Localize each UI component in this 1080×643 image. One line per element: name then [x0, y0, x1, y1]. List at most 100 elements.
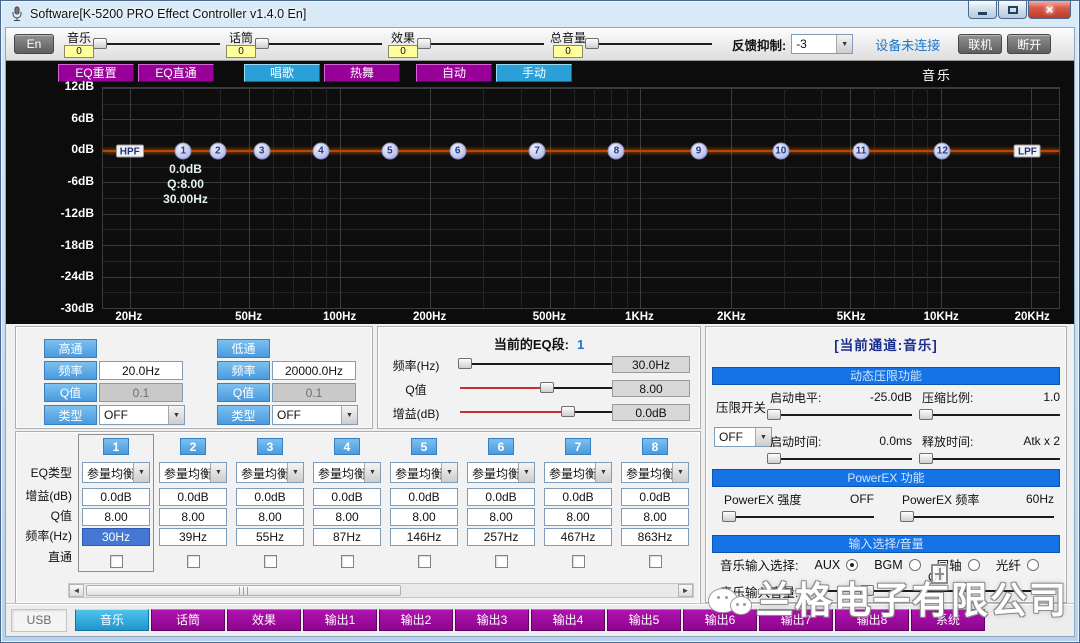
eq-point-5[interactable]: 5: [381, 142, 398, 159]
chevron-down-icon[interactable]: ▼: [133, 463, 149, 482]
scrollbar-thumb[interactable]: [86, 585, 401, 596]
highpass-type-select[interactable]: OFF ▼: [99, 405, 185, 425]
eq-point-9[interactable]: 9: [690, 142, 707, 159]
tab-系统[interactable]: 系统: [911, 609, 985, 631]
freq-cell[interactable]: 87Hz: [313, 528, 381, 546]
band-number-header[interactable]: 8: [642, 438, 668, 455]
eq-type-select[interactable]: 参量均衡▼: [159, 462, 227, 483]
chevron-down-icon[interactable]: ▼: [595, 463, 611, 482]
band-number-header[interactable]: 7: [565, 438, 591, 455]
tab-输出7[interactable]: 输出7: [759, 609, 833, 631]
eq-point-8[interactable]: 8: [608, 142, 625, 159]
tab-音乐[interactable]: 音乐: [75, 609, 149, 631]
freq-cell[interactable]: 30Hz: [82, 528, 150, 546]
tab-输出8[interactable]: 输出8: [835, 609, 909, 631]
gain-cell[interactable]: 0.0dB: [159, 488, 227, 506]
eq-type-select[interactable]: 参量均衡▼: [621, 462, 689, 483]
eq-point-3[interactable]: 3: [253, 142, 270, 159]
param-slider[interactable]: [770, 453, 912, 465]
slider-thumb[interactable]: [767, 409, 781, 420]
current-eq-slider[interactable]: [460, 358, 612, 370]
slider-thumb[interactable]: [767, 453, 781, 464]
eq-type-select[interactable]: 参量均衡▼: [467, 462, 535, 483]
param-slider[interactable]: [724, 511, 874, 523]
gain-cell[interactable]: 0.0dB: [544, 488, 612, 506]
tab-效果[interactable]: 效果: [227, 609, 301, 631]
radio-button[interactable]: [968, 559, 980, 571]
lowpass-type-select[interactable]: OFF ▼: [272, 405, 358, 425]
connect-button[interactable]: 联机: [958, 34, 1002, 54]
current-eq-slider[interactable]: [460, 406, 612, 418]
graph-button-2[interactable]: EQ直通: [138, 64, 214, 82]
feedback-suppression-select[interactable]: -3 ▼: [791, 34, 853, 54]
radio-button[interactable]: [846, 559, 858, 571]
q-cell[interactable]: 8.00: [390, 508, 458, 526]
music-input-volume-slider[interactable]: [824, 585, 1038, 597]
gain-cell[interactable]: 0.0dB: [390, 488, 458, 506]
param-slider[interactable]: [922, 409, 1060, 421]
param-slider[interactable]: [902, 511, 1054, 523]
freq-cell[interactable]: 55Hz: [236, 528, 304, 546]
slider-thumb[interactable]: [722, 511, 736, 522]
slider-thumb[interactable]: [919, 409, 933, 420]
band-number-header[interactable]: 1: [103, 438, 129, 455]
chevron-down-icon[interactable]: ▼: [836, 35, 852, 53]
chevron-down-icon[interactable]: ▼: [210, 463, 226, 482]
current-eq-slider[interactable]: [460, 382, 612, 394]
eq-type-select[interactable]: 参量均衡▼: [390, 462, 458, 483]
chevron-down-icon[interactable]: ▼: [341, 406, 357, 424]
eq-type-select[interactable]: 参量均衡▼: [236, 462, 304, 483]
bypass-checkbox[interactable]: [572, 555, 585, 568]
band-number-header[interactable]: 6: [488, 438, 514, 455]
graph-button-6[interactable]: 手动: [496, 64, 572, 82]
chevron-down-icon[interactable]: ▼: [287, 463, 303, 482]
chevron-down-icon[interactable]: ▼: [518, 463, 534, 482]
bypass-checkbox[interactable]: [649, 555, 662, 568]
chevron-down-icon[interactable]: ▼: [672, 463, 688, 482]
slider-thumb[interactable]: [585, 38, 599, 49]
q-cell[interactable]: 8.00: [236, 508, 304, 526]
eq-plot[interactable]: 123456789101112HPFLPF0.0dBQ:8.0030.00Hz: [102, 87, 1060, 309]
param-slider[interactable]: [922, 453, 1060, 465]
input-option-光纤[interactable]: 光纤: [996, 555, 1039, 574]
tab-输出2[interactable]: 输出2: [379, 609, 453, 631]
disconnect-button[interactable]: 断开: [1007, 34, 1051, 54]
freq-cell[interactable]: 863Hz: [621, 528, 689, 546]
hpf-label[interactable]: HPF: [116, 144, 144, 157]
tab-话筒[interactable]: 话筒: [151, 609, 225, 631]
tab-输出3[interactable]: 输出3: [455, 609, 529, 631]
volume-slider[interactable]: [422, 38, 544, 50]
bypass-checkbox[interactable]: [418, 555, 431, 568]
bypass-checkbox[interactable]: [341, 555, 354, 568]
eq-point-1[interactable]: 1: [175, 142, 192, 159]
graph-button-4[interactable]: 热舞: [324, 64, 400, 82]
input-option-AUX[interactable]: AUX: [814, 555, 858, 574]
minimize-button[interactable]: [968, 1, 997, 19]
volume-slider[interactable]: [98, 38, 220, 50]
eq-type-select[interactable]: 参量均衡▼: [544, 462, 612, 483]
q-cell[interactable]: 8.00: [544, 508, 612, 526]
tab-输出6[interactable]: 输出6: [683, 609, 757, 631]
language-button[interactable]: En: [14, 34, 54, 54]
scroll-right-arrow[interactable]: ►: [678, 584, 693, 597]
graph-button-5[interactable]: 自动: [416, 64, 492, 82]
volume-slider[interactable]: [260, 38, 382, 50]
scrollbar-track[interactable]: [84, 584, 678, 597]
current-eq-slider-value[interactable]: 30.0Hz: [612, 356, 690, 373]
slider-thumb[interactable]: [93, 38, 107, 49]
gain-cell[interactable]: 0.0dB: [467, 488, 535, 506]
volume-slider[interactable]: [590, 38, 712, 50]
title-bar[interactable]: Software[K-5200 PRO Effect Controller v1…: [1, 1, 1079, 27]
scroll-left-arrow[interactable]: ◄: [69, 584, 84, 597]
chevron-down-icon[interactable]: ▼: [441, 463, 457, 482]
bypass-checkbox[interactable]: [264, 555, 277, 568]
input-option-BGM[interactable]: BGM: [874, 555, 920, 574]
eq-point-2[interactable]: 2: [209, 142, 226, 159]
band-number-header[interactable]: 2: [180, 438, 206, 455]
gain-cell[interactable]: 0.0dB: [82, 488, 150, 506]
param-slider[interactable]: [770, 409, 912, 421]
gain-cell[interactable]: 0.0dB: [621, 488, 689, 506]
chevron-down-icon[interactable]: ▼: [168, 406, 184, 424]
gain-cell[interactable]: 0.0dB: [236, 488, 304, 506]
compressor-switch-select[interactable]: OFF ▼: [714, 427, 772, 447]
